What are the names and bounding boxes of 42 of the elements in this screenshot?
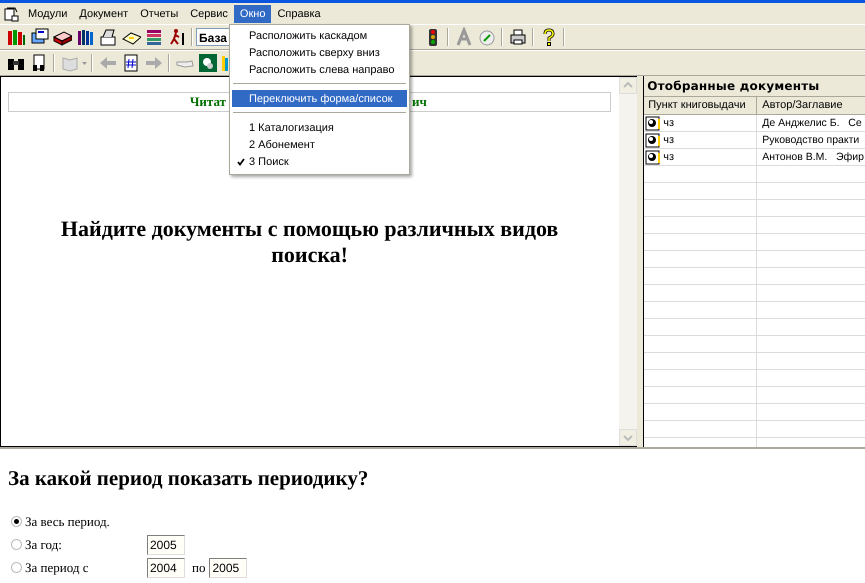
- app-logo-icon: [3, 6, 19, 22]
- radio-button[interactable]: [11, 539, 22, 550]
- table-cell-text: чз: [663, 116, 674, 131]
- menu-item[interactable]: Расположить сверху вниз: [232, 44, 407, 61]
- menu-item[interactable]: 3 Поиск: [232, 153, 407, 170]
- menu-item[interactable]: Справка: [271, 4, 327, 22]
- print-icon[interactable]: [508, 27, 528, 47]
- menu-item[interactable]: Окно: [234, 4, 272, 22]
- search-prompt-heading: Найдите документы с помощью различных видов поиска!: [60, 216, 560, 268]
- column-header[interactable]: Автор/Заглавие: [757, 97, 843, 114]
- period-question: За какой период показать периодику?: [8, 465, 370, 491]
- year-field[interactable]: 2005: [147, 534, 185, 554]
- menu-item[interactable]: Расположить слева направо: [232, 61, 407, 78]
- table-cell-text: чз: [663, 133, 674, 148]
- menu-item[interactable]: Модули: [22, 4, 74, 22]
- image-icon[interactable]: [198, 53, 218, 73]
- panel-title: Отобранные документы: [644, 76, 865, 97]
- year-field[interactable]: 2004: [147, 558, 185, 578]
- range-joiner: по: [192, 560, 206, 576]
- reader-banner-text: ич: [412, 93, 428, 111]
- menu-item[interactable]: Переключить форма/список: [232, 90, 407, 107]
- year-field[interactable]: 2005: [209, 558, 248, 578]
- option-label: За год:: [25, 536, 63, 552]
- menu-item[interactable]: Документ: [73, 4, 134, 22]
- books-icon[interactable]: [6, 27, 26, 47]
- radio-button[interactable]: [11, 562, 22, 573]
- menu-item[interactable]: 1 Каталогизация: [232, 119, 407, 136]
- option-label: За весь период.: [25, 514, 111, 530]
- table-cell-text: Руководство практи: [761, 133, 860, 148]
- table-cell-text: чз: [663, 150, 674, 165]
- option-label: За период с: [25, 560, 90, 576]
- table-cell-text: Де Анджелис Б. Се: [761, 116, 862, 131]
- reader-banner-text: Читат: [190, 93, 226, 111]
- menu-item[interactable]: Расположить каскадом: [232, 27, 407, 44]
- scanner-icon[interactable]: [98, 27, 118, 47]
- radio-button[interactable]: [11, 516, 22, 527]
- pencils-icon[interactable]: [222, 53, 228, 73]
- table-cell-text: Антонов В.М. Эфир: [761, 150, 864, 165]
- column-header[interactable]: Пункт книговыдачи: [644, 97, 758, 114]
- menu-item[interactable]: Сервис: [184, 4, 234, 22]
- menu-item[interactable]: Отчеты: [134, 4, 184, 22]
- menu-item[interactable]: 2 Абонемент: [232, 136, 407, 153]
